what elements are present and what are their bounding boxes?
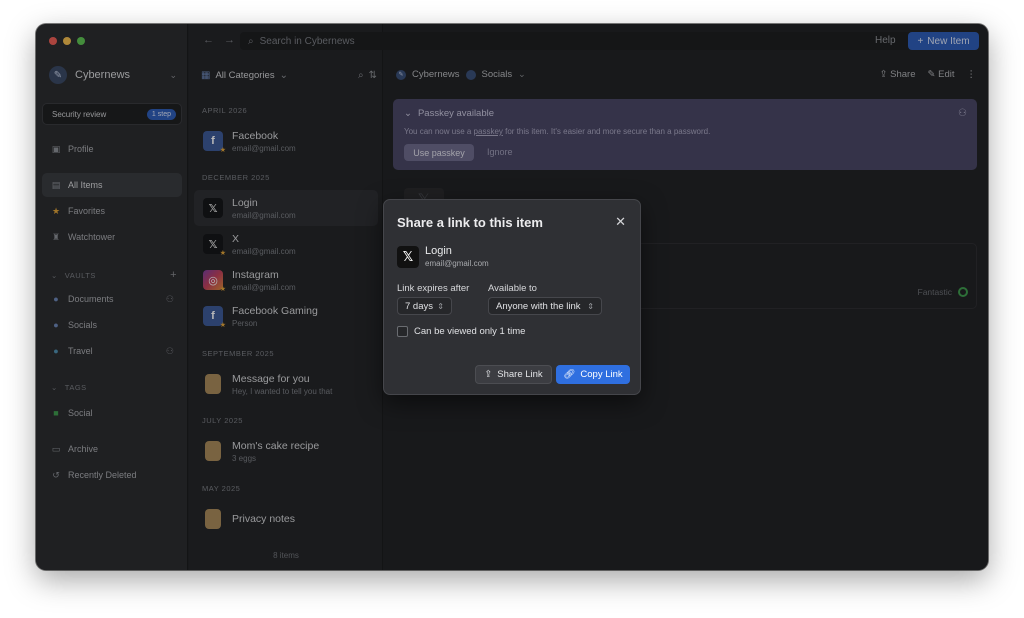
chevron-updown-icon: ⇕ bbox=[587, 301, 594, 311]
view-once-checkbox[interactable] bbox=[397, 326, 408, 337]
dialog-item-subtitle: email@gmail.com bbox=[425, 259, 489, 268]
dialog-item-title: Login bbox=[425, 245, 452, 257]
available-select[interactable]: Anyone with the link ⇕ bbox=[488, 297, 602, 315]
x-logo-icon: 𝕏 bbox=[397, 246, 419, 268]
close-icon[interactable]: ✕ bbox=[615, 214, 626, 230]
available-value: Anyone with the link bbox=[496, 300, 581, 312]
view-once-label: Can be viewed only 1 time bbox=[414, 326, 526, 337]
share-link-label: Share Link bbox=[497, 369, 543, 380]
chevron-updown-icon: ⇕ bbox=[437, 301, 444, 311]
link-icon: 🔗︎ bbox=[563, 369, 576, 380]
expires-value: 7 days bbox=[405, 300, 433, 312]
share-icon: ⇪ bbox=[484, 369, 493, 380]
expires-select[interactable]: 7 days ⇕ bbox=[397, 297, 452, 315]
copy-link-button[interactable]: 🔗︎ Copy Link bbox=[556, 365, 630, 384]
share-link-button[interactable]: ⇪ Share Link bbox=[475, 365, 552, 384]
expires-label: Link expires after bbox=[397, 283, 470, 294]
available-label: Available to bbox=[488, 283, 537, 294]
view-once-option[interactable]: Can be viewed only 1 time bbox=[397, 326, 525, 337]
dialog-title: Share a link to this item bbox=[397, 215, 543, 230]
share-link-dialog: Share a link to this item ✕ 𝕏 Login emai… bbox=[383, 199, 641, 395]
copy-link-label: Copy Link bbox=[580, 369, 623, 380]
